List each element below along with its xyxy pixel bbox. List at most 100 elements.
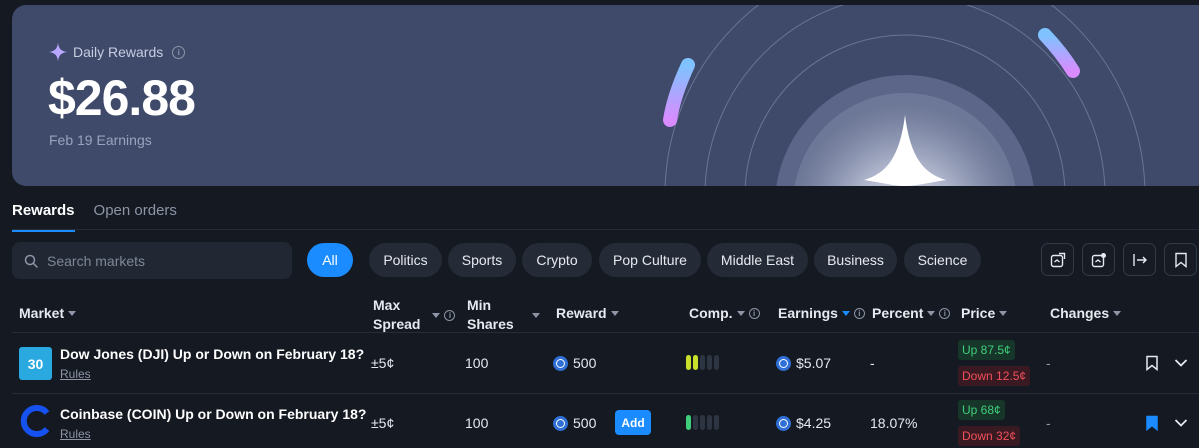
market-icon-dji: 30: [19, 347, 52, 380]
share-icon: [1050, 252, 1065, 267]
col-changes-label: Changes: [1050, 305, 1110, 321]
col-percent[interactable]: Percent i: [872, 305, 951, 321]
tab-open-orders[interactable]: Open orders: [94, 202, 177, 232]
col-min-shares[interactable]: Min Shares: [467, 296, 540, 334]
chevron-down-icon[interactable]: [1174, 418, 1188, 428]
col-comp[interactable]: Comp. i: [689, 305, 760, 321]
info-icon[interactable]: i: [748, 307, 760, 319]
daily-rewards-header: Daily Rewards i: [49, 43, 186, 61]
min-shares-value: 100: [465, 355, 489, 371]
info-icon[interactable]: i: [939, 307, 951, 319]
earnings-cell: $5.07: [776, 355, 831, 371]
bookmark-filled-icon[interactable]: [1145, 415, 1159, 431]
filter-science[interactable]: Science: [904, 243, 981, 277]
filter-business[interactable]: Business: [814, 243, 897, 277]
sort-caret-icon: [736, 310, 745, 316]
share-button[interactable]: [1041, 243, 1074, 276]
sort-caret-icon: [1113, 310, 1122, 316]
daily-rewards-label: Daily Rewards: [73, 44, 164, 60]
col-earnings-label: Earnings: [778, 305, 838, 321]
sort-caret-icon: [999, 310, 1008, 316]
export-button[interactable]: [1082, 243, 1115, 276]
filter-pop-culture[interactable]: Pop Culture: [599, 243, 701, 277]
usdc-icon: [776, 415, 791, 431]
tab-rewards[interactable]: Rewards: [12, 202, 75, 232]
sort-caret-icon: [531, 312, 540, 318]
bookmarks-button[interactable]: [1164, 243, 1197, 276]
max-spread-value: ±5¢: [371, 415, 395, 431]
info-icon[interactable]: i: [172, 45, 186, 59]
filter-middle-east[interactable]: Middle East: [707, 243, 808, 277]
info-icon[interactable]: i: [444, 309, 456, 321]
usdc-icon: [553, 415, 568, 431]
sort-caret-icon: [432, 312, 441, 318]
price-up-badge[interactable]: Up 68¢: [958, 400, 1005, 420]
reward-cell: 500: [553, 355, 596, 371]
earnings-cell: $4.25: [776, 415, 831, 431]
changes-value: -: [1046, 355, 1051, 371]
col-reward-label: Reward: [556, 305, 607, 321]
market-title[interactable]: Dow Jones (DJI) Up or Down on February 1…: [60, 346, 364, 362]
competition-meter: [686, 415, 719, 430]
search-box[interactable]: [12, 242, 292, 279]
add-button[interactable]: Add: [615, 410, 651, 435]
search-icon: [24, 254, 38, 268]
price-down-badge[interactable]: Down 32¢: [958, 426, 1021, 446]
col-reward[interactable]: Reward: [556, 305, 619, 321]
min-shares-value: 100: [465, 415, 489, 431]
col-price-label: Price: [961, 305, 996, 321]
rules-link[interactable]: Rules: [60, 427, 91, 441]
search-input[interactable]: [47, 252, 267, 269]
reward-cell: 500: [553, 415, 596, 431]
changes-value: -: [1046, 415, 1051, 431]
rewards-illustration: [663, 5, 1146, 186]
col-changes[interactable]: Changes: [1050, 305, 1122, 321]
percent-value: 18.07%: [870, 415, 918, 431]
daily-rewards-banner: Daily Rewards i $26.88 Feb 19 Earnings: [12, 5, 1199, 186]
percent-value: -: [870, 355, 875, 371]
rewards-date: Feb 19 Earnings: [49, 132, 152, 148]
usdc-icon: [553, 355, 568, 371]
col-percent-label: Percent: [872, 305, 924, 321]
price-up-badge[interactable]: Up 87.5¢: [958, 340, 1015, 360]
earnings-value: $4.25: [796, 415, 832, 431]
filter-all[interactable]: All: [307, 243, 353, 277]
sort-caret-icon: [68, 310, 77, 316]
col-max-spread[interactable]: Max Spread i: [373, 296, 456, 334]
login-button[interactable]: [1123, 243, 1156, 276]
col-price[interactable]: Price: [961, 305, 1008, 321]
usdc-icon: [776, 355, 791, 371]
sort-caret-icon: [927, 310, 936, 316]
earnings-value: $5.07: [796, 355, 832, 371]
reward-value: 500: [573, 415, 597, 431]
filter-crypto[interactable]: Crypto: [522, 243, 592, 277]
col-earnings[interactable]: Earnings i: [778, 305, 865, 321]
row-divider: [12, 393, 1199, 394]
reward-value: 500: [573, 355, 597, 371]
filter-sports[interactable]: Sports: [448, 243, 516, 277]
tab-divider: [12, 229, 1199, 230]
rules-link[interactable]: Rules: [60, 367, 91, 381]
chevron-down-icon[interactable]: [1174, 358, 1188, 368]
col-max-spread-label-1: Max: [373, 297, 401, 313]
sort-caret-icon: [841, 310, 850, 316]
rewards-amount: $26.88: [48, 70, 196, 126]
col-min-shares-label-1: Min: [467, 297, 492, 313]
coinbase-logo-icon: [20, 405, 50, 437]
price-down-badge[interactable]: Down 12.5¢: [958, 366, 1031, 386]
market-title[interactable]: Coinbase (COIN) Up or Down on February 1…: [60, 406, 366, 422]
max-spread-value: ±5¢: [371, 355, 395, 371]
col-market[interactable]: Market: [19, 305, 77, 321]
bookmark-icon: [1174, 252, 1187, 268]
sparkle-icon: [49, 43, 67, 61]
tab-bar: Rewards Open orders: [12, 202, 177, 232]
col-market-label: Market: [19, 305, 65, 321]
sort-caret-icon: [610, 310, 619, 316]
sign-in-icon: [1132, 253, 1147, 266]
info-icon[interactable]: i: [853, 307, 865, 319]
bookmark-icon[interactable]: [1145, 355, 1159, 371]
header-divider: [12, 332, 1199, 333]
filter-politics[interactable]: Politics: [369, 243, 442, 277]
col-comp-label: Comp.: [689, 305, 733, 321]
calendar-share-icon: [1091, 252, 1106, 267]
